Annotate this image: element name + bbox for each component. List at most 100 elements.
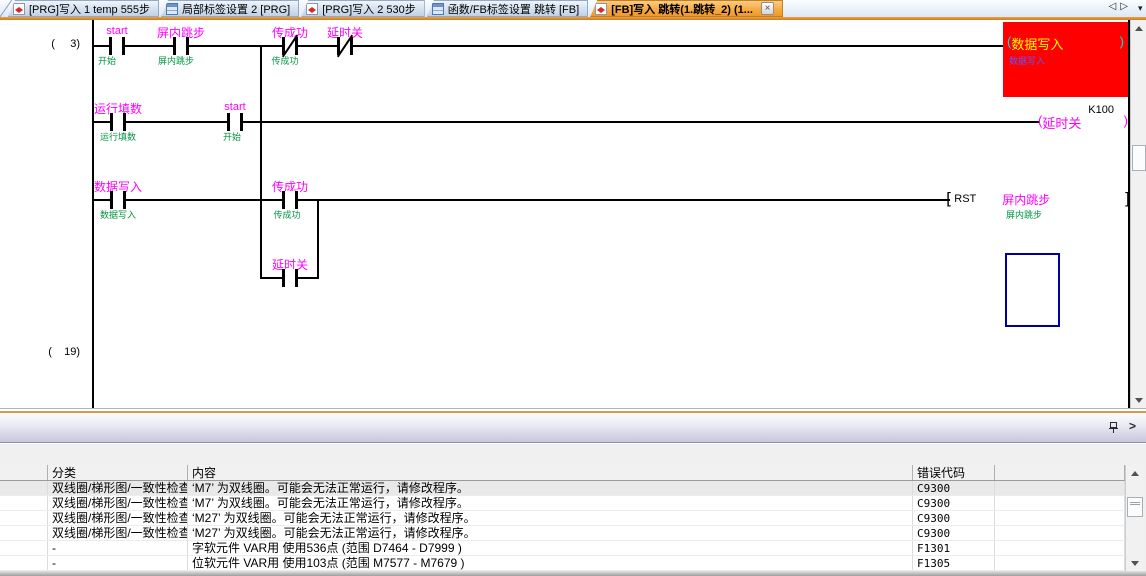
scroll-up-button[interactable] (1126, 465, 1144, 481)
instruction-open-bracket: [ (946, 191, 952, 207)
tab-scroll-left-icon[interactable]: ◁ (1109, 1, 1121, 12)
error-content: 位软元件 VAR用 使用103点 (范围 M7577 - M7679 ) (188, 556, 913, 570)
error-row[interactable]: - 位软元件 VAR用 使用103点 (范围 M7577 - M7679 ) F… (0, 556, 1125, 571)
error-row[interactable]: 双线圈/梯形图/一致性检查 ‘M7’ 为双线圈。可能会无法正常运行，请修改程序。… (0, 481, 1125, 496)
scroll-up-button[interactable] (1131, 20, 1146, 36)
tab-label: [FB]写入 跳转(1.跳转_2) (1... (611, 1, 753, 17)
rung-step-number: ( 3) (34, 38, 80, 50)
error-list-header: 分类 内容 错误代码 (0, 465, 1125, 481)
error-row[interactable]: 双线圈/梯形图/一致性检查 ‘M7’ 为双线圈。可能会无法正常运行，请修改程序。… (0, 496, 1125, 511)
error-code: C9300 (913, 496, 995, 510)
scroll-down-button[interactable] (1131, 392, 1146, 408)
tab-local-label-2[interactable]: 局部标签设置 2 [PRG] (161, 0, 299, 17)
panel-chevron-icon[interactable]: > (1129, 419, 1136, 433)
ladder-editor[interactable]: ( 3) ( 19) start 屏内跳步 传成功 延时关 开始 屏内跳步 传成… (0, 20, 1146, 408)
error-row[interactable]: 双线圈/梯形图/一致性检查 ‘M27’ 为双线圈。可能会无法正常运行，请修改程序… (0, 511, 1125, 526)
tab-fb-label-settings[interactable]: 函数/FB标签设置 跳转 [FB] (427, 0, 588, 17)
nc-contact-transfer-ok[interactable] (282, 37, 298, 55)
header-category[interactable]: 分类 (48, 465, 188, 480)
edit-cursor-cell[interactable]: (数据写入 ) 数据写入 (1003, 22, 1128, 97)
tab-prg-write-1[interactable]: [PRG]写入 1 temp 555步 (8, 0, 159, 17)
rung-step-number: ( 19) (34, 346, 80, 358)
coil-close-paren: ) (1124, 113, 1128, 132)
coil-label: 延时关 (1042, 113, 1081, 132)
tab-prg-write-2[interactable]: [PRG]写入 2 530步 (301, 0, 425, 17)
scrollbar-thumb[interactable] (1132, 145, 1146, 171)
tab-scroll-right-icon[interactable]: ▷ (1120, 1, 1132, 12)
program-icon (306, 3, 318, 15)
error-list: 分类 内容 错误代码 双线圈/梯形图/一致性检查 ‘M7’ 为双线圈。可能会无法… (0, 465, 1125, 571)
program-icon (13, 3, 25, 15)
pin-icon[interactable] (1109, 422, 1118, 434)
header-code[interactable]: 错误代码 (913, 465, 995, 480)
error-code: C9300 (913, 511, 995, 525)
ladder-vertical-scrollbar[interactable] (1130, 20, 1146, 408)
window-bottom-edge (0, 571, 1146, 576)
rung3-wire (94, 199, 950, 201)
label-settings-icon (432, 3, 444, 15)
output-panel-caption[interactable]: > (0, 413, 1146, 443)
no-contact-run-fill[interactable] (110, 113, 126, 131)
error-code: C9300 (913, 481, 995, 495)
error-category: 双线圈/梯形图/一致性检查 (48, 526, 188, 540)
contact-comment: 屏内跳步 (158, 54, 194, 67)
scroll-down-button[interactable] (1126, 555, 1144, 571)
header-blank[interactable] (995, 465, 1125, 480)
scrollbar-thumb[interactable] (1127, 497, 1143, 517)
no-contact-delay-off[interactable] (282, 269, 298, 287)
contact-label: start (224, 101, 245, 113)
contact-comment: 开始 (223, 130, 241, 143)
nc-contact-delay-off[interactable] (337, 37, 353, 55)
document-tab-bar: [PRG]写入 1 temp 555步 局部标签设置 2 [PRG] [PRG]… (0, 0, 1146, 17)
error-category: - (48, 541, 188, 555)
no-contact-screen-jump[interactable] (173, 37, 189, 55)
no-contact-start[interactable] (227, 113, 243, 131)
no-contact-start[interactable] (109, 37, 125, 55)
error-content: ‘M27’ 为双线圈。可能会无法正常运行，请修改程序。 (188, 526, 913, 540)
header-content[interactable]: 内容 (188, 465, 913, 480)
tab-label: [PRG]写入 2 530步 (322, 1, 416, 17)
error-list-scrollbar[interactable] (1125, 465, 1143, 571)
tab-overflow-icon[interactable]: ▾ (1138, 3, 1146, 14)
error-category: 双线圈/梯形图/一致性检查 (48, 496, 188, 510)
scroll-up-icon (1135, 26, 1143, 31)
error-content: ‘M7’ 为双线圈。可能会无法正常运行，请修改程序。 (188, 481, 913, 495)
coil-label: 数据写入 (1011, 34, 1063, 53)
error-category: 双线圈/梯形图/一致性检查 (48, 511, 188, 525)
scroll-up-icon (1131, 471, 1139, 476)
contact-comment: 传成功 (273, 208, 300, 221)
error-code: F1305 (913, 556, 995, 570)
contact-comment: 运行填数 (100, 130, 136, 143)
rst-instruction[interactable]: [ RST 屏内跳步 ] (946, 190, 1130, 208)
scroll-down-icon (1131, 561, 1139, 566)
gx-works-window: [PRG]写入 1 temp 555步 局部标签设置 2 [PRG] [PRG]… (0, 0, 1146, 576)
error-content: ‘M7’ 为双线圈。可能会无法正常运行，请修改程序。 (188, 496, 913, 510)
error-code: C9300 (913, 526, 995, 540)
or-branch-vertical-wire (260, 45, 262, 279)
coil-data-write: (数据写入 ) (1007, 34, 1124, 53)
error-content: ‘M27’ 为双线圈。可能会无法正常运行，请修改程序。 (188, 511, 913, 525)
program-icon (595, 3, 607, 15)
no-contact-data-write[interactable] (110, 191, 126, 209)
error-content: 字软元件 VAR用 使用536点 (范围 D7464 - D7999 ) (188, 541, 913, 555)
no-contact-transfer-ok[interactable] (282, 191, 298, 209)
instruction-operand: 屏内跳步 (1002, 191, 1050, 208)
coil-comment: 数据写入 (1009, 54, 1045, 67)
error-category: 双线圈/梯形图/一致性检查 (48, 481, 188, 495)
header-blank[interactable] (0, 465, 48, 480)
contact-comment: 数据写入 (100, 208, 136, 221)
error-row[interactable]: - 字软元件 VAR用 使用536点 (范围 D7464 - D7999 ) F… (0, 541, 1125, 556)
contact-comment: 传成功 (271, 54, 298, 67)
parallel-branch-right-wire (317, 199, 319, 279)
ladder-bottom-border (0, 408, 1146, 409)
tab-fb-write-jump-active[interactable]: [FB]写入 跳转(1.跳转_2) (1... × (590, 0, 783, 17)
tab-label: [PRG]写入 1 temp 555步 (29, 1, 150, 17)
error-row[interactable]: 双线圈/梯形图/一致性检查 ‘M27’ 为双线圈。可能会无法正常运行，请修改程序… (0, 526, 1125, 541)
error-category: - (48, 556, 188, 570)
operand-comment: 屏内跳步 (1006, 208, 1042, 221)
panel-toolbar-gap (0, 444, 1146, 465)
tab-close-button[interactable]: × (761, 2, 774, 15)
coil-delay-off[interactable]: (延时关 ) (1038, 113, 1128, 132)
contact-comment: 开始 (98, 54, 116, 67)
scroll-down-icon (1135, 398, 1143, 403)
